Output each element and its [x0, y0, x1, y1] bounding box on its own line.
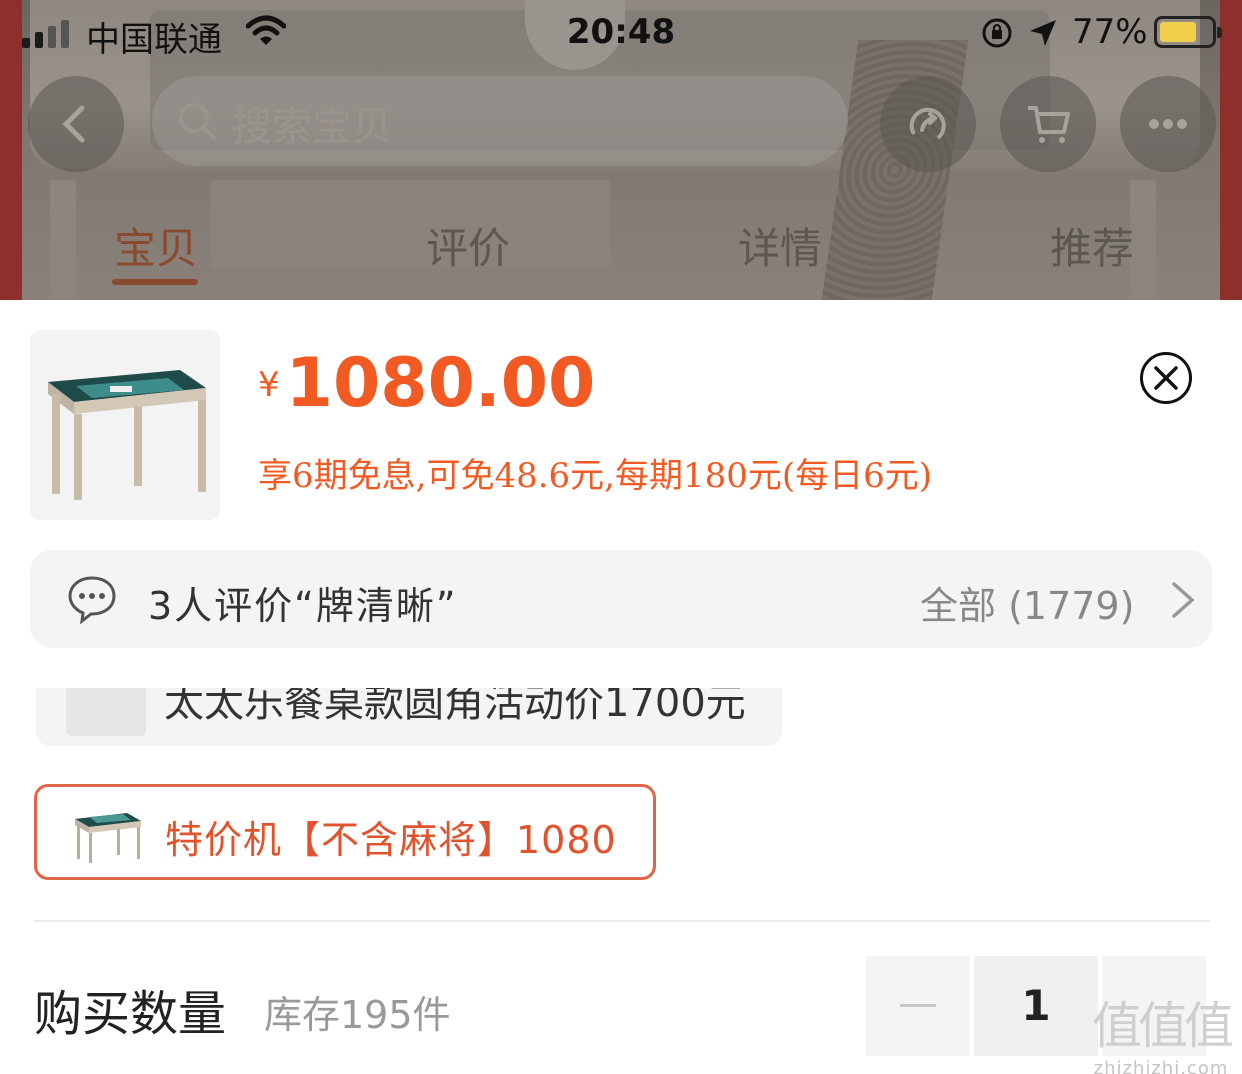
- tab-reviews[interactable]: 评价: [426, 215, 510, 276]
- minus-icon: [900, 1004, 936, 1007]
- sku-option-selected[interactable]: 特价机【不含麻将】1080: [34, 784, 656, 880]
- product-gallery-dimmed: 中国联通 20:48 77% 搜索宝贝 宝贝 评价 详情 推荐: [0, 0, 1242, 300]
- watermark: 值值值 zhizhizhi.com: [1092, 986, 1234, 1074]
- watermark-logo: 值值值: [1092, 997, 1234, 1055]
- price-value: 1080.00: [285, 344, 596, 423]
- sku-option-thumbnail: [75, 813, 141, 863]
- cart-icon: [1028, 106, 1070, 143]
- status-bar: 中国联通 20:48 77%: [0, 0, 1242, 66]
- back-button[interactable]: [28, 76, 124, 172]
- location-arrow-icon: [1030, 20, 1056, 46]
- tab-recommend[interactable]: 推荐: [1050, 215, 1134, 276]
- currency-symbol: ¥: [258, 365, 280, 405]
- close-icon: [1154, 366, 1178, 390]
- detail-tabs: 宝贝 评价 详情 推荐: [0, 215, 1242, 295]
- battery-fill: [1160, 22, 1196, 42]
- mahjong-table-image: [48, 370, 206, 500]
- sku-selector-sheet: ¥1080.00 享6期免息,可免48.6元,每期180元(每日6元) 3人评价…: [0, 300, 1242, 1074]
- chevron-right-icon: [1172, 582, 1195, 618]
- sku-option[interactable]: 太太乐餐桌款圆角活动价1700元: [36, 688, 782, 746]
- chat-bubble-icon: [68, 576, 116, 624]
- quantity-title: 购买数量: [34, 986, 227, 1042]
- battery-icon: [1154, 16, 1222, 48]
- review-highlight-text: 3人评价“牌清晰”: [148, 584, 458, 628]
- more-button[interactable]: [1120, 76, 1216, 172]
- search-placeholder: 搜索宝贝: [232, 104, 392, 150]
- review-summary-bar[interactable]: 3人评价“牌清晰” 全部 (1779): [30, 550, 1212, 648]
- tab-active-indicator: [112, 279, 198, 285]
- watermark-url: zhizhizhi.com: [1093, 1058, 1229, 1074]
- more-icon: [1149, 119, 1187, 129]
- divider: [34, 920, 1210, 922]
- battery-percent: 77%: [1072, 12, 1148, 52]
- sku-option-label: 太太乐餐桌款圆角活动价1700元: [164, 688, 746, 726]
- tab-details[interactable]: 详情: [738, 215, 822, 276]
- cart-button[interactable]: [1000, 76, 1096, 172]
- orientation-lock-icon: [982, 18, 1012, 48]
- sku-option-label: 特价机【不含麻将】1080: [165, 818, 617, 862]
- sku-option-clip: 太太乐餐桌款圆角活动价1700元: [0, 688, 1242, 746]
- stock-count: 库存195件: [264, 993, 451, 1037]
- search-icon: [179, 103, 216, 140]
- tab-baobei[interactable]: 宝贝: [114, 215, 198, 276]
- quantity-value[interactable]: 1: [974, 956, 1098, 1056]
- price: ¥1080.00: [258, 344, 595, 423]
- decrease-button[interactable]: [866, 956, 970, 1056]
- share-icon: [909, 107, 946, 140]
- search-input[interactable]: 搜索宝贝: [152, 76, 848, 166]
- back-icon: [62, 105, 85, 143]
- product-thumbnail[interactable]: [30, 330, 220, 520]
- close-button[interactable]: [1140, 352, 1192, 404]
- sku-option-thumbnail: [66, 688, 146, 736]
- installment-info: 享6期免息,可免48.6元,每期180元(每日6元): [258, 456, 933, 496]
- all-reviews-link[interactable]: 全部 (1779): [920, 575, 1134, 630]
- share-button[interactable]: [880, 76, 976, 172]
